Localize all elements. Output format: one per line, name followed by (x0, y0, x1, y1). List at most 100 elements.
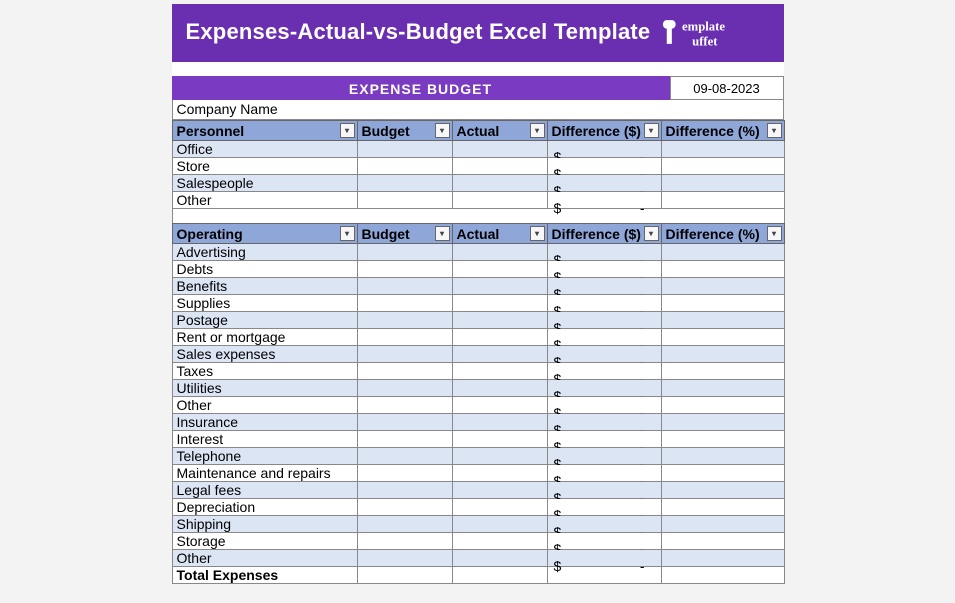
actual-cell[interactable] (452, 312, 547, 329)
difference-pct-cell[interactable] (661, 261, 784, 278)
budget-cell[interactable] (357, 380, 452, 397)
difference-pct-cell[interactable] (661, 448, 784, 465)
filter-dropdown-icon[interactable]: ▾ (644, 226, 659, 241)
difference-pct-cell[interactable] (661, 397, 784, 414)
row-label-cell[interactable]: Debts (172, 261, 357, 278)
col-header-diff-pct[interactable]: Difference (%)▾ (661, 224, 784, 244)
actual-cell[interactable] (452, 533, 547, 550)
actual-cell[interactable] (452, 397, 547, 414)
difference-pct-cell[interactable] (661, 192, 784, 209)
col-header-diff-dollar[interactable]: Difference ($)▾ (547, 121, 661, 141)
difference-pct-cell[interactable] (661, 380, 784, 397)
difference-dollar-cell[interactable]: $- (547, 550, 661, 567)
col-header-diff-dollar[interactable]: Difference ($)▾ (547, 224, 661, 244)
budget-cell[interactable] (357, 192, 452, 209)
actual-cell[interactable] (452, 363, 547, 380)
row-label-cell[interactable]: Salespeople (172, 175, 357, 192)
difference-dollar-cell[interactable]: $- (547, 380, 661, 397)
filter-dropdown-icon[interactable]: ▾ (767, 123, 782, 138)
row-label-cell[interactable]: Benefits (172, 278, 357, 295)
difference-pct-cell[interactable] (661, 346, 784, 363)
row-label-cell[interactable]: Utilities (172, 380, 357, 397)
budget-cell[interactable] (357, 278, 452, 295)
budget-cell[interactable] (357, 516, 452, 533)
budget-cell[interactable] (357, 482, 452, 499)
difference-pct-cell[interactable] (661, 175, 784, 192)
filter-dropdown-icon[interactable]: ▾ (644, 123, 659, 138)
row-label-cell[interactable]: Other (172, 192, 357, 209)
filter-dropdown-icon[interactable]: ▾ (530, 226, 545, 241)
difference-pct-cell[interactable] (661, 158, 784, 175)
actual-cell[interactable] (452, 158, 547, 175)
row-label-cell[interactable]: Sales expenses (172, 346, 357, 363)
difference-pct-cell[interactable] (661, 516, 784, 533)
difference-pct-cell[interactable] (661, 244, 784, 261)
row-label-cell[interactable]: Office (172, 141, 357, 158)
date-cell[interactable]: 09-08-2023 (670, 76, 784, 100)
difference-dollar-cell[interactable]: $- (547, 346, 661, 363)
difference-pct-cell[interactable] (661, 482, 784, 499)
row-label-cell[interactable]: Other (172, 550, 357, 567)
budget-cell[interactable] (357, 175, 452, 192)
row-label-cell[interactable]: Interest (172, 431, 357, 448)
difference-pct-cell[interactable] (661, 363, 784, 380)
row-label-cell[interactable]: Store (172, 158, 357, 175)
actual-cell[interactable] (452, 329, 547, 346)
actual-cell[interactable] (452, 244, 547, 261)
budget-cell[interactable] (357, 550, 452, 567)
difference-dollar-cell[interactable]: $- (547, 244, 661, 261)
actual-cell[interactable] (452, 261, 547, 278)
difference-dollar-cell[interactable]: $- (547, 278, 661, 295)
col-header-operating[interactable]: Operating▾ (172, 224, 357, 244)
difference-pct-cell[interactable] (661, 550, 784, 567)
budget-cell[interactable] (357, 261, 452, 278)
budget-cell[interactable] (357, 244, 452, 261)
difference-dollar-cell[interactable]: $- (547, 465, 661, 482)
budget-cell[interactable] (357, 499, 452, 516)
difference-dollar-cell[interactable]: $- (547, 295, 661, 312)
actual-cell[interactable] (452, 516, 547, 533)
filter-dropdown-icon[interactable]: ▾ (530, 123, 545, 138)
col-header-diff-pct[interactable]: Difference (%)▾ (661, 121, 784, 141)
difference-dollar-cell[interactable]: $- (547, 141, 661, 158)
difference-pct-cell[interactable] (661, 533, 784, 550)
difference-dollar-cell[interactable]: $- (547, 533, 661, 550)
col-header-actual[interactable]: Actual▾ (452, 224, 547, 244)
row-label-cell[interactable]: Storage (172, 533, 357, 550)
difference-dollar-cell[interactable]: $- (547, 158, 661, 175)
difference-dollar-cell[interactable]: $- (547, 261, 661, 278)
row-label-cell[interactable]: Telephone (172, 448, 357, 465)
budget-cell[interactable] (357, 448, 452, 465)
difference-pct-cell[interactable] (661, 295, 784, 312)
total-budget-cell[interactable] (357, 567, 452, 584)
company-name-cell[interactable]: Company Name (172, 100, 784, 120)
actual-cell[interactable] (452, 295, 547, 312)
row-label-cell[interactable]: Depreciation (172, 499, 357, 516)
difference-dollar-cell[interactable]: $- (547, 329, 661, 346)
row-label-cell[interactable]: Postage (172, 312, 357, 329)
difference-dollar-cell[interactable]: $- (547, 414, 661, 431)
budget-cell[interactable] (357, 414, 452, 431)
budget-cell[interactable] (357, 158, 452, 175)
difference-dollar-cell[interactable]: $- (547, 175, 661, 192)
difference-pct-cell[interactable] (661, 499, 784, 516)
actual-cell[interactable] (452, 380, 547, 397)
filter-dropdown-icon[interactable]: ▾ (767, 226, 782, 241)
budget-cell[interactable] (357, 533, 452, 550)
difference-dollar-cell[interactable]: $- (547, 312, 661, 329)
actual-cell[interactable] (452, 482, 547, 499)
budget-cell[interactable] (357, 397, 452, 414)
difference-dollar-cell[interactable]: $- (547, 482, 661, 499)
budget-cell[interactable] (357, 465, 452, 482)
actual-cell[interactable] (452, 141, 547, 158)
difference-pct-cell[interactable] (661, 465, 784, 482)
actual-cell[interactable] (452, 550, 547, 567)
difference-dollar-cell[interactable]: $- (547, 431, 661, 448)
col-header-budget[interactable]: Budget▾ (357, 224, 452, 244)
total-diffpct-cell[interactable] (661, 567, 784, 584)
row-label-cell[interactable]: Other (172, 397, 357, 414)
budget-cell[interactable] (357, 431, 452, 448)
row-label-cell[interactable]: Shipping (172, 516, 357, 533)
actual-cell[interactable] (452, 414, 547, 431)
actual-cell[interactable] (452, 192, 547, 209)
